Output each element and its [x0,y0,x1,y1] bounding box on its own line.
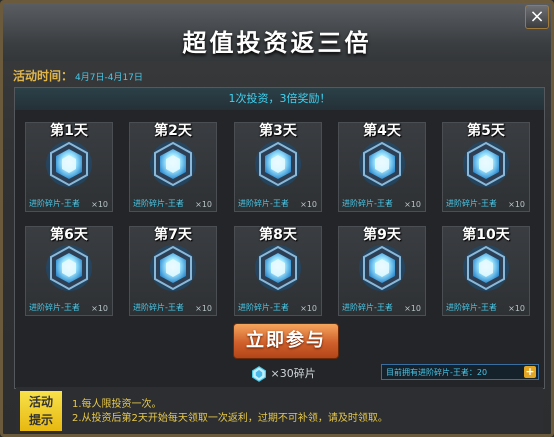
reward-name: 进阶碎片-王者 [238,199,289,208]
day-label: 第3天 [259,123,297,139]
close-button[interactable]: × [525,5,549,29]
day-reward-card: 第3天进阶碎片-王者 ×10 [234,122,322,212]
reward-name: 进阶碎片-王者 [238,303,289,312]
reward-quantity: ×10 [91,304,108,313]
gem-icon [253,243,303,293]
reward-quantity: ×10 [404,304,421,313]
reward-quantity: ×10 [300,304,317,313]
gem-icon [357,243,407,293]
day-label: 第1天 [50,123,88,139]
day-reward-card: 第5天进阶碎片-王者 ×10 [442,122,530,212]
day-label: 第9天 [363,227,401,243]
reward-name: 进阶碎片-王者 [342,303,393,312]
tips-label-line1: 活动 [28,395,53,409]
reward-quantity: ×10 [404,200,421,209]
day-reward-card: 第6天进阶碎片-王者 ×10 [25,226,113,316]
reward-name: 进阶碎片-王者 [133,303,184,312]
reward-quantity: ×10 [195,200,212,209]
day-reward-card: 第4天进阶碎片-王者 ×10 [338,122,426,212]
gem-icon [357,139,407,189]
reward-banner: 1次投资，3倍奖励！ [15,88,544,110]
day-reward-card: 第10天进阶碎片-王者 ×10 [442,226,530,316]
reward-quantity: ×10 [508,304,525,313]
owned-label: 目前拥有进阶碎片-王者：20 [386,368,488,377]
reward-name: 进阶碎片-王者 [29,199,80,208]
day-reward-card: 第8天进阶碎片-王者 ×10 [234,226,322,316]
tip-line: 1.每人限投资一次。 [72,399,162,410]
day-reward-card: 第1天进阶碎片-王者 ×10 [25,122,113,212]
reward-name: 进阶碎片-王者 [446,199,497,208]
activity-time-label: 活动时间： [13,69,74,83]
gem-icon [148,243,198,293]
tip-line: 2.从投资后第2天开始每天领取一次返利，过期不可补领，请及时领取。 [72,413,388,424]
window-title: 超值投资返三倍 [182,29,372,57]
tips-bar: 活动 提示 1.每人限投资一次。 2.从投资后第2天开始每天领取一次返利，过期不… [16,387,543,433]
day-label: 第5天 [467,123,505,139]
reward-quantity: ×10 [91,200,108,209]
day-label: 第2天 [154,123,192,139]
day-label: 第10天 [462,227,510,243]
gem-icon [253,139,303,189]
gem-icon [148,139,198,189]
reward-name: 进阶碎片-王者 [342,199,393,208]
day-reward-card: 第7天进阶碎片-王者 ×10 [129,226,217,316]
reward-name: 进阶碎片-王者 [133,199,184,208]
reward-name: 进阶碎片-王者 [29,303,80,312]
activity-dates: 4月7日-4月17日 [75,73,143,83]
gem-icon [44,243,94,293]
tips-label: 活动 提示 [20,391,62,431]
gem-icon [461,139,511,189]
reward-quantity: ×10 [300,200,317,209]
day-reward-card: 第2天进阶碎片-王者 ×10 [129,122,217,212]
cost: ×30碎片 [251,365,316,382]
reward-name: 进阶碎片-王者 [446,303,497,312]
gem-icon [461,243,511,293]
join-now-button[interactable]: 立即参与 [233,323,339,359]
reward-quantity: ×10 [195,304,212,313]
day-label: 第8天 [259,227,297,243]
owned-shards: 目前拥有进阶碎片-王者：20 + [381,364,539,380]
day-label: 第4天 [363,123,401,139]
investment-window: 超值投资返三倍 × 活动时间： 4月7日-4月17日 1次投资，3倍奖励！ 第1天… [0,0,554,437]
cost-label: ×30碎片 [270,367,316,380]
add-shards-button[interactable]: + [524,366,536,378]
shard-icon [252,366,266,382]
gem-icon [44,139,94,189]
title-bar: 超值投资返三倍 [3,3,551,61]
day-label: 第7天 [154,227,192,243]
day-label: 第6天 [50,227,88,243]
reward-quantity: ×10 [508,200,525,209]
activity-time: 活动时间： 4月7日-4月17日 [13,67,143,84]
day-reward-card: 第9天进阶碎片-王者 ×10 [338,226,426,316]
tips-label-line2: 提示 [28,413,53,427]
